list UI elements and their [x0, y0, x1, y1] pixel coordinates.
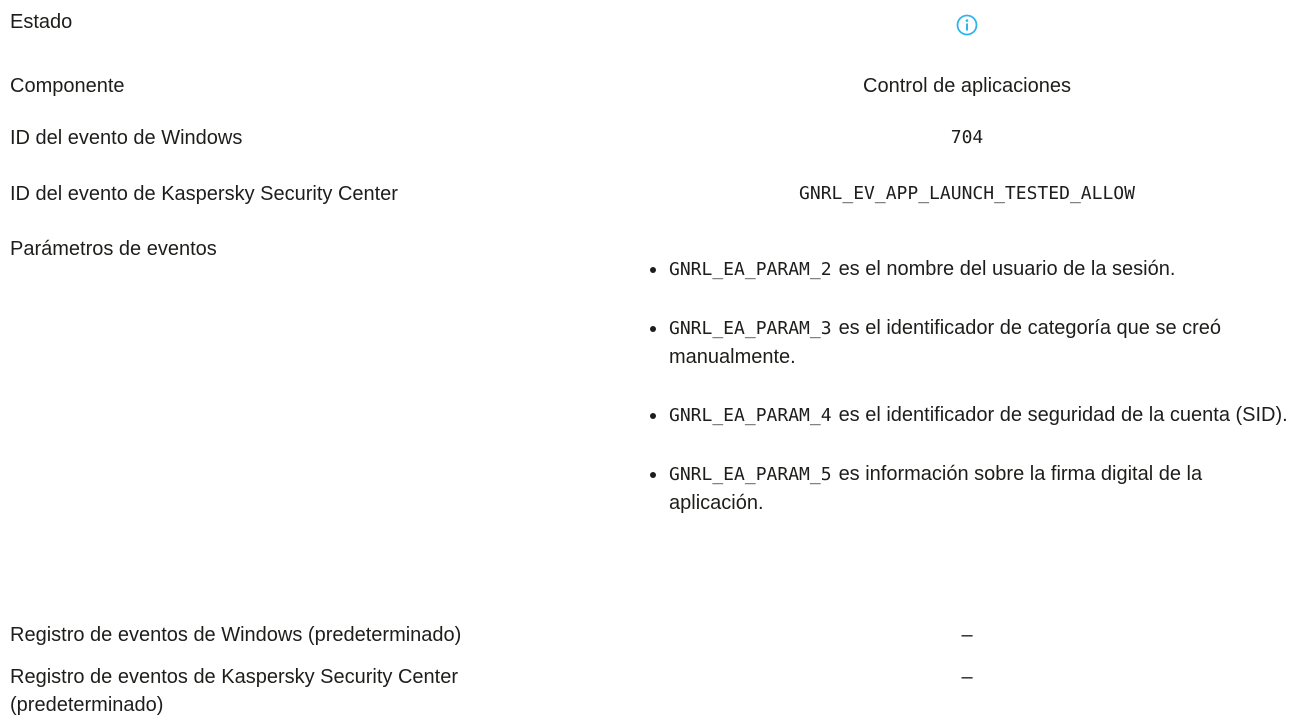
estado-label: Estado	[10, 11, 73, 33]
param-code: GNRL_EA_PARAM_4	[669, 405, 832, 426]
param-text: es el nombre del usuario de la sesión.	[838, 258, 1176, 280]
param-code: GNRL_EA_PARAM_3	[669, 318, 832, 339]
componente-label: Componente	[10, 75, 125, 97]
componente-value: Control de aplicaciones	[863, 75, 1071, 97]
windows-log-label: Registro de eventos de Windows (predeter…	[10, 624, 462, 646]
ksc-log-label: Registro de eventos de Kaspersky Securit…	[10, 666, 458, 716]
info-icon	[956, 14, 978, 36]
windows-event-id-value: 704	[950, 127, 984, 148]
event-params-label: Parámetros de eventos	[10, 238, 217, 260]
list-item: GNRL_EA_PARAM_4 es el identificador de se…	[648, 401, 1288, 430]
windows-log-value: –	[961, 624, 973, 646]
list-item: GNRL_EA_PARAM_5 es información sobre la f…	[648, 460, 1288, 517]
param-text: es el identificador de seguridad de la c…	[838, 404, 1288, 426]
ksc-event-id-value: GNRL_EV_APP_LAUNCH_TESTED_ALLOW	[799, 183, 1135, 204]
ksc-event-id-label: ID del evento de Kaspersky Security Cent…	[10, 183, 398, 205]
list-item: GNRL_EA_PARAM_2 es el nombre del usuario …	[648, 255, 1288, 284]
event-params-list: GNRL_EA_PARAM_2 es el nombre del usuario …	[648, 255, 1288, 547]
list-item: GNRL_EA_PARAM_3 es el identificador de ca…	[648, 314, 1288, 371]
param-code: GNRL_EA_PARAM_2	[669, 259, 832, 280]
ksc-log-value: –	[961, 666, 973, 688]
param-code: GNRL_EA_PARAM_5	[669, 464, 832, 485]
estado-value	[640, 10, 1294, 38]
windows-event-id-label: ID del evento de Windows	[10, 127, 243, 149]
